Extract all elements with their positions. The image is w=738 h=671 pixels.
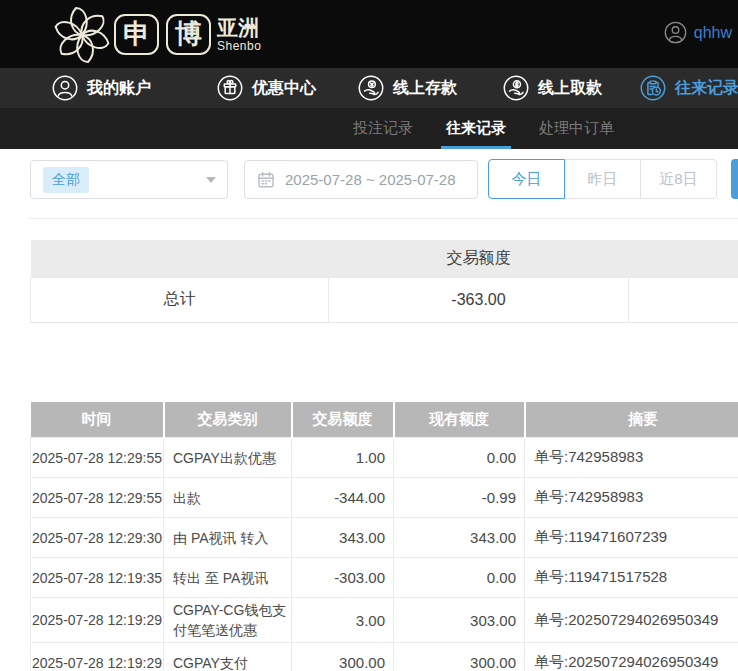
table-row: 2025-07-28 12:19:35 转出 至 PA视讯 -303.00 0.… <box>31 558 738 598</box>
cell-summary: 单号:119471607239 <box>525 518 738 558</box>
quick-date-buttons: 今日 昨日 近8日 <box>488 159 717 199</box>
date-range-value: 2025-07-28 ~ 2025-07-28 <box>285 171 456 188</box>
cell-type: CGPAY出款优惠 <box>164 438 292 478</box>
table-row: 2025-07-28 12:29:30 由 PA视讯 转入 343.00 343… <box>31 518 738 558</box>
summary-total-row: 总计 -363.00 <box>31 277 738 322</box>
nav-item-deposit[interactable]: 线上存款 <box>358 75 457 101</box>
cell-amount: 3.00 <box>292 598 394 643</box>
tab-betting-records[interactable]: 投注记录 <box>353 108 413 149</box>
chevron-down-icon <box>206 177 216 183</box>
cell-time: 2025-07-28 12:19:29 <box>31 643 164 671</box>
gift-icon <box>217 75 243 101</box>
summary-header-empty <box>31 240 329 277</box>
cell-time: 2025-07-28 12:29:55 <box>31 478 164 518</box>
cell-type: 由 PA视讯 转入 <box>164 518 292 558</box>
col-header-type: 交易类别 <box>164 402 292 438</box>
summary-header-amount: 交易额度 <box>329 240 629 277</box>
cell-type: 转出 至 PA视讯 <box>164 558 292 598</box>
search-button-partial[interactable] <box>731 159 738 199</box>
table-row: 2025-07-28 12:19:29 CGPAY支付 300.00 300.0… <box>31 643 738 671</box>
records-clipboard-clock-icon <box>640 75 666 101</box>
cell-amount: -303.00 <box>292 558 394 598</box>
table-row: 2025-07-28 12:29:55 出款 -344.00 -0.99 单号:… <box>31 478 738 518</box>
table-header-row: 时间 交易类别 交易额度 现有额度 摘要 <box>31 402 738 438</box>
brand-latin: Shenbo <box>217 40 261 52</box>
nav-item-my-account[interactable]: 我的账户 <box>52 75 151 101</box>
nav-item-label: 线上存款 <box>393 78 457 99</box>
cell-type: 出款 <box>164 478 292 518</box>
cell-type: CGPAY支付 <box>164 643 292 671</box>
nav-item-label: 往来记录 <box>675 78 738 99</box>
table-row: 2025-07-28 12:29:55 CGPAY出款优惠 1.00 0.00 … <box>31 438 738 478</box>
tab-processing-orders[interactable]: 处理中订单 <box>539 108 614 149</box>
nav-item-withdraw[interactable]: 线上取款 <box>503 75 602 101</box>
cell-amount: -344.00 <box>292 478 394 518</box>
cell-balance: -0.99 <box>394 478 525 518</box>
top-header: 申 博 亚洲 Shenbo qhhw <box>0 0 738 68</box>
cell-amount: 1.00 <box>292 438 394 478</box>
flower-icon <box>48 2 116 66</box>
col-header-amount: 交易额度 <box>292 402 394 438</box>
brand-char-1: 申 <box>114 14 159 55</box>
cell-amount: 300.00 <box>292 643 394 671</box>
cell-summary: 单号:742958983 <box>525 438 738 478</box>
nav-item-label: 线上取款 <box>538 78 602 99</box>
category-selected-chip[interactable]: 全部 <box>43 167 89 193</box>
cell-balance: 300.00 <box>394 643 525 671</box>
withdraw-hand-dollar-icon <box>503 75 529 101</box>
yesterday-button[interactable]: 昨日 <box>564 159 641 199</box>
nav-item-label: 优惠中心 <box>252 78 316 99</box>
cell-balance: 303.00 <box>394 598 525 643</box>
cell-summary: 单号:119471517528 <box>525 558 738 598</box>
summary-empty-cell <box>629 277 738 322</box>
last-8-days-button[interactable]: 近8日 <box>640 159 717 199</box>
summary-total-label: 总计 <box>31 277 329 322</box>
cell-balance: 0.00 <box>394 438 525 478</box>
brand-char-2: 博 <box>166 14 211 55</box>
brand-subtitle: 亚洲 Shenbo <box>217 17 261 52</box>
account-menu[interactable]: qhhw <box>664 21 732 44</box>
col-header-time: 时间 <box>31 402 164 438</box>
cell-type: CGPAY-CG钱包支付笔笔送优惠 <box>164 598 292 643</box>
transactions-table: 时间 交易类别 交易额度 现有额度 摘要 2025-07-28 12:29:55… <box>30 402 738 671</box>
cell-summary: 单号:202507294026950349 <box>525 643 738 671</box>
brand-logo[interactable]: 申 博 亚洲 Shenbo <box>48 1 261 67</box>
tab-bar: 投注记录 往来记录 处理中订单 <box>0 108 738 149</box>
main-nav: 我的账户 优惠中心 线上存款 线上取款 <box>0 68 738 108</box>
col-header-balance: 现有额度 <box>394 402 525 438</box>
cell-balance: 0.00 <box>394 558 525 598</box>
cell-time: 2025-07-28 12:19:29 <box>31 598 164 643</box>
summary-total-value: -363.00 <box>329 277 629 322</box>
brand-name-boxes: 申 博 <box>114 14 211 55</box>
category-select[interactable]: 全部 <box>30 160 228 199</box>
cell-time: 2025-07-28 12:29:30 <box>31 518 164 558</box>
today-button[interactable]: 今日 <box>488 159 565 199</box>
calendar-icon <box>257 171 275 189</box>
summary-header-row: 交易额度 <box>31 240 738 277</box>
date-range-input[interactable]: 2025-07-28 ~ 2025-07-28 <box>244 160 478 199</box>
user-icon <box>664 21 687 44</box>
cell-summary: 单号:742958983 <box>525 478 738 518</box>
filter-bar: 全部 2025-07-28 ~ 2025-07-28 今日 昨日 近8日 <box>0 149 738 218</box>
tab-transaction-records[interactable]: 往来记录 <box>446 108 506 149</box>
deposit-hand-coins-icon <box>358 75 384 101</box>
cell-amount: 343.00 <box>292 518 394 558</box>
nav-item-label: 我的账户 <box>87 78 151 99</box>
nav-item-promotions[interactable]: 优惠中心 <box>217 75 316 101</box>
cell-balance: 343.00 <box>394 518 525 558</box>
col-header-summary: 摘要 <box>525 402 738 438</box>
table-row: 2025-07-28 12:19:29 CGPAY-CG钱包支付笔笔送优惠 3.… <box>31 598 738 643</box>
section-divider <box>29 218 738 219</box>
cell-summary: 单号:202507294026950349 <box>525 598 738 643</box>
nav-item-transactions[interactable]: 往来记录 <box>640 75 738 101</box>
user-icon <box>52 75 78 101</box>
summary-table: 交易额度 总计 -363.00 <box>30 240 738 323</box>
summary-header-empty2 <box>629 240 738 277</box>
cell-time: 2025-07-28 12:29:55 <box>31 438 164 478</box>
account-username[interactable]: qhhw <box>694 24 732 42</box>
cell-time: 2025-07-28 12:19:35 <box>31 558 164 598</box>
brand-region: 亚洲 <box>217 17 261 38</box>
